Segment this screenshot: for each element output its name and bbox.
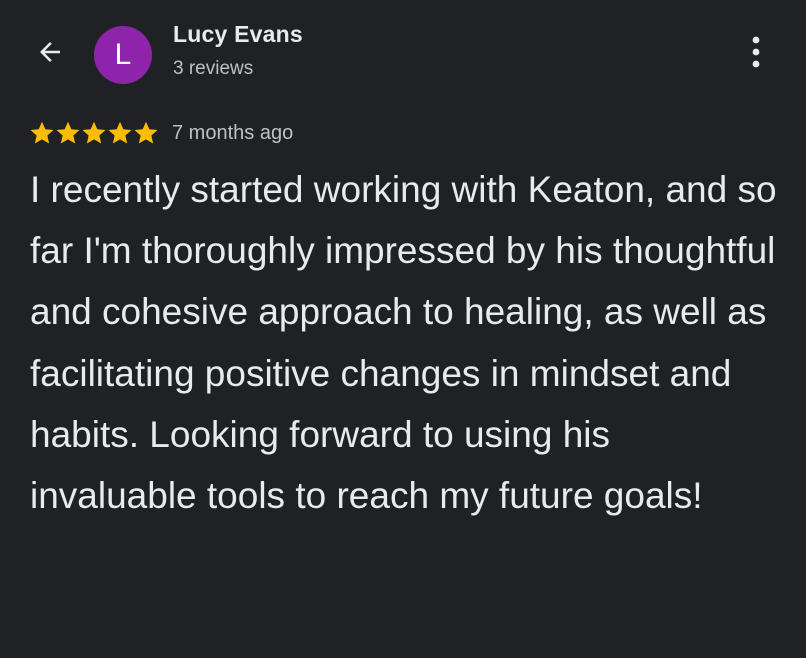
star-icon: [30, 121, 54, 144]
review-date: 7 months ago: [172, 121, 294, 144]
more-options-button[interactable]: [738, 30, 774, 74]
more-vert-icon: [752, 36, 760, 68]
rating-row: 7 months ago: [29, 118, 293, 148]
star-icon: [134, 121, 158, 144]
reviewer-name[interactable]: Lucy Evans: [173, 21, 303, 48]
avatar-initial: L: [114, 38, 132, 71]
star-rating: [29, 120, 159, 146]
back-button[interactable]: [30, 32, 70, 72]
review-header: L Lucy Evans 3 reviews: [0, 0, 806, 100]
review-text: I recently started working with Keaton, …: [30, 169, 777, 517]
star-icon: [108, 121, 132, 144]
star-icon: [56, 121, 80, 144]
avatar[interactable]: L: [94, 26, 152, 84]
star-icon: [82, 121, 106, 144]
review-count: 3 reviews: [173, 58, 254, 79]
arrow-back-icon: [40, 42, 60, 62]
